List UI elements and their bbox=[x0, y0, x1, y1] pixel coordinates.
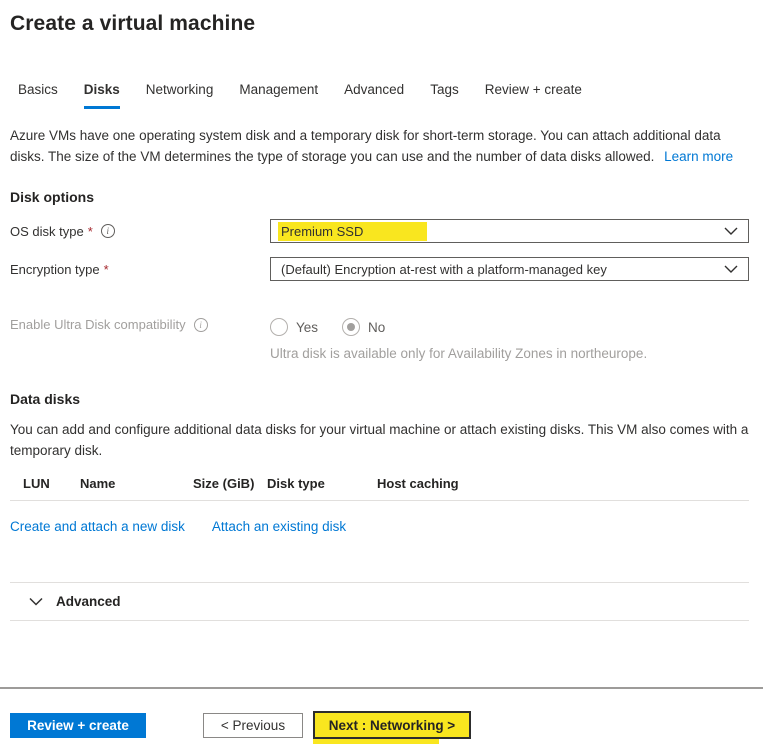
radio-unselected-icon bbox=[270, 318, 288, 336]
page-title: Create a virtual machine bbox=[10, 12, 749, 36]
tab-management[interactable]: Management bbox=[239, 82, 318, 109]
ultra-disk-radio-no[interactable]: No bbox=[342, 318, 385, 336]
info-icon[interactable]: i bbox=[101, 224, 115, 238]
attach-existing-disk-link[interactable]: Attach an existing disk bbox=[212, 519, 346, 534]
column-header-disk-type: Disk type bbox=[267, 476, 377, 491]
wizard-tabs: Basics Disks Networking Management Advan… bbox=[10, 82, 749, 109]
learn-more-link[interactable]: Learn more bbox=[664, 149, 733, 164]
encryption-type-value: (Default) Encryption at-rest with a plat… bbox=[281, 262, 607, 277]
tab-basics[interactable]: Basics bbox=[18, 82, 58, 109]
ultra-disk-helper-text: Ultra disk is available only for Availab… bbox=[270, 346, 749, 361]
intro-body: Azure VMs have one operating system disk… bbox=[10, 128, 721, 164]
data-disks-links: Create and attach a new disk Attach an e… bbox=[10, 519, 749, 534]
os-disk-type-select[interactable]: Premium SSD bbox=[270, 219, 749, 243]
previous-button[interactable]: < Previous bbox=[203, 713, 303, 738]
advanced-section-label: Advanced bbox=[56, 594, 121, 609]
info-icon[interactable]: i bbox=[194, 318, 208, 332]
tab-disks[interactable]: Disks bbox=[84, 82, 120, 109]
os-disk-type-row: OS disk type * i Premium SSD bbox=[10, 219, 749, 243]
encryption-type-row: Encryption type * (Default) Encryption a… bbox=[10, 257, 749, 281]
data-disks-description: You can add and configure additional dat… bbox=[10, 419, 749, 461]
advanced-section-toggle[interactable]: Advanced bbox=[10, 582, 749, 621]
column-header-lun: LUN bbox=[23, 476, 80, 491]
ultra-disk-radio-yes[interactable]: Yes bbox=[270, 318, 318, 336]
chevron-down-icon bbox=[724, 265, 738, 273]
tab-networking[interactable]: Networking bbox=[146, 82, 214, 109]
encryption-type-select[interactable]: (Default) Encryption at-rest with a plat… bbox=[270, 257, 749, 281]
ultra-disk-radio-group: Yes No bbox=[270, 318, 749, 336]
disk-options-heading: Disk options bbox=[10, 189, 749, 205]
ultra-disk-row: Enable Ultra Disk compatibility i Yes No… bbox=[10, 317, 749, 361]
chevron-down-icon bbox=[29, 597, 43, 606]
tab-review-create[interactable]: Review + create bbox=[485, 82, 582, 109]
os-disk-type-value: Premium SSD bbox=[278, 222, 427, 241]
data-disks-table-header: LUN Name Size (GiB) Disk type Host cachi… bbox=[10, 474, 749, 501]
review-create-button[interactable]: Review + create bbox=[10, 713, 146, 738]
required-marker: * bbox=[104, 262, 109, 277]
wizard-footer: Review + create < Previous Next : Networ… bbox=[10, 711, 749, 739]
chevron-down-icon bbox=[724, 227, 738, 235]
disks-intro-text: Azure VMs have one operating system disk… bbox=[10, 125, 749, 167]
encryption-type-label: Encryption type * bbox=[10, 262, 270, 277]
next-networking-button[interactable]: Next : Networking > bbox=[313, 711, 471, 739]
footer-divider bbox=[0, 687, 763, 689]
data-disks-heading: Data disks bbox=[10, 391, 749, 407]
column-header-size: Size (GiB) bbox=[193, 476, 267, 491]
tab-advanced[interactable]: Advanced bbox=[344, 82, 404, 109]
create-vm-page: Create a virtual machine Basics Disks Ne… bbox=[0, 0, 763, 739]
column-header-host-caching: Host caching bbox=[377, 476, 749, 491]
ultra-disk-label: Enable Ultra Disk compatibility i bbox=[10, 317, 270, 332]
os-disk-type-label: OS disk type * i bbox=[10, 224, 270, 239]
create-new-disk-link[interactable]: Create and attach a new disk bbox=[10, 519, 185, 534]
required-marker: * bbox=[88, 224, 93, 239]
column-header-name: Name bbox=[80, 476, 193, 491]
tab-tags[interactable]: Tags bbox=[430, 82, 459, 109]
radio-selected-icon bbox=[342, 318, 360, 336]
